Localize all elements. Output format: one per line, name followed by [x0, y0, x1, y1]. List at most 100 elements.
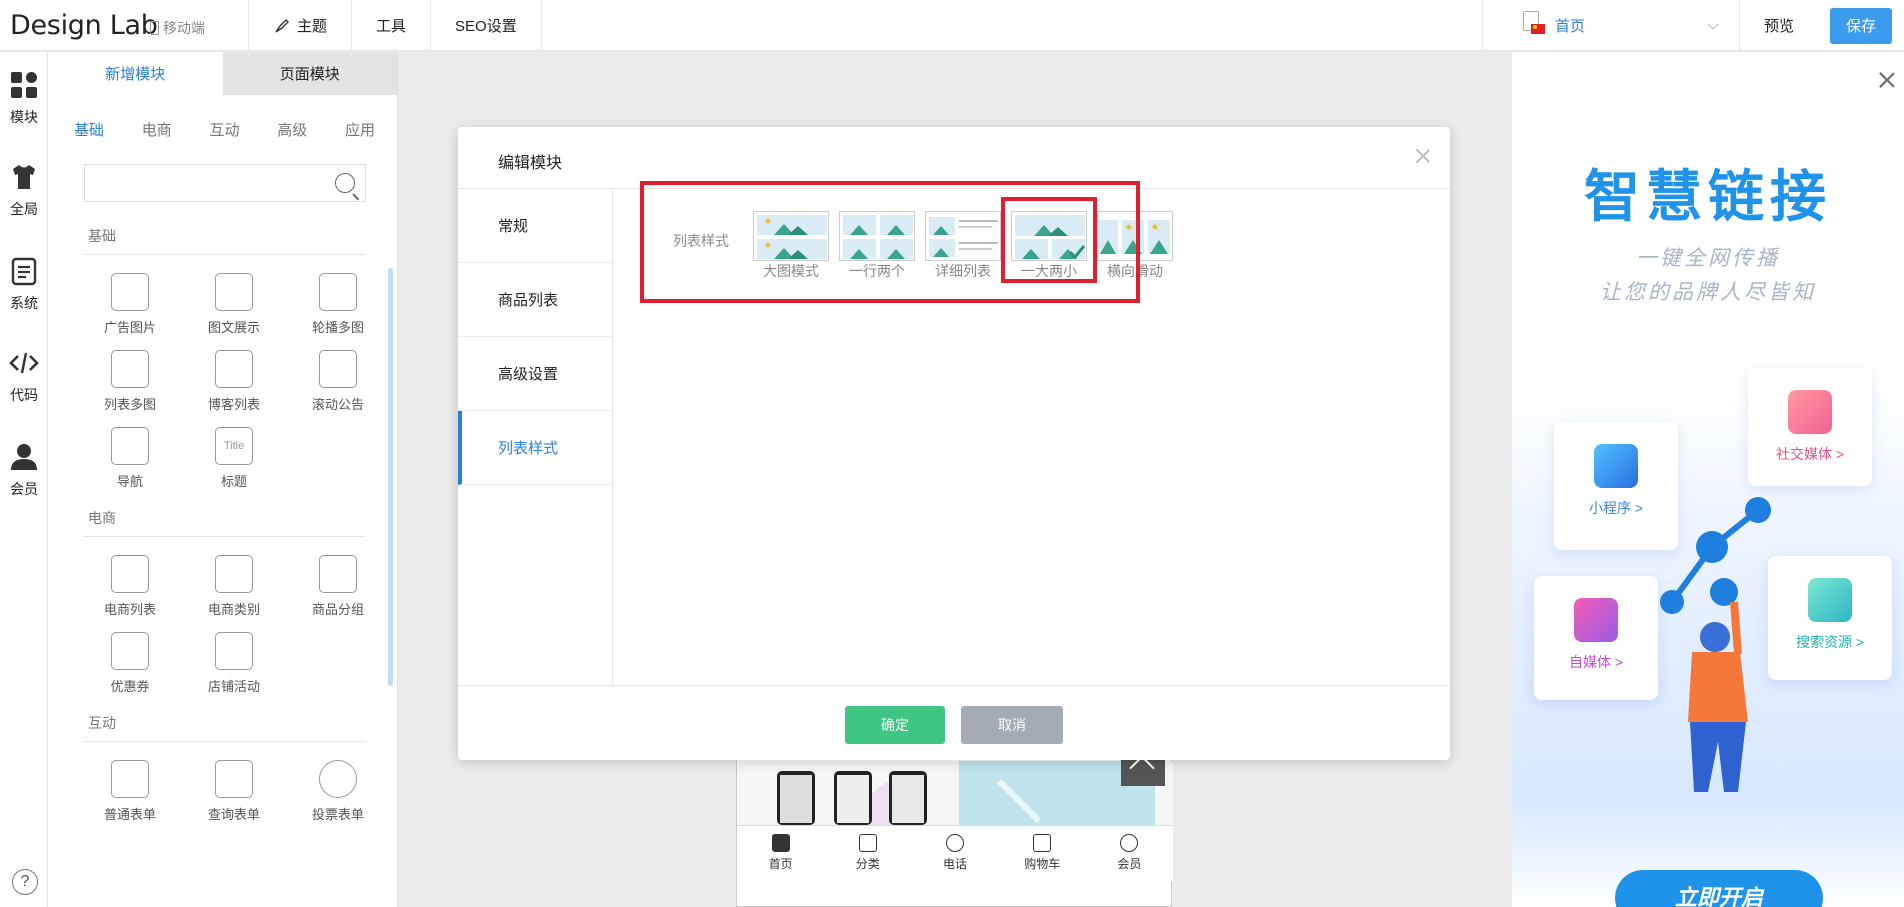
module-ad-image[interactable]: 广告图片 [78, 273, 182, 336]
module-navigation[interactable]: 导航 [78, 427, 182, 490]
dialog-nav-advanced[interactable]: 高级设置 [458, 337, 612, 411]
section-title-basic: 基础 [88, 228, 116, 244]
dialog-nav-general[interactable]: 常规 [458, 189, 612, 263]
navigation-icon [111, 427, 149, 465]
subtab-apps[interactable]: 应用 [345, 119, 375, 140]
preview-bottom-nav: 首页 分类 电话 购物车 会员 [737, 825, 1173, 881]
page-selector[interactable]: 首页 [1482, 0, 1740, 51]
nav-seo-label: SEO设置 [455, 18, 517, 35]
promo-subtitle-1: 一键全网传播 [1636, 247, 1780, 270]
module-marquee[interactable]: 滚动公告 [286, 350, 390, 413]
panel-scrollbar[interactable] [388, 268, 393, 686]
nav-theme[interactable]: 主题 [248, 0, 351, 51]
module-image-text[interactable]: 图文展示 [182, 273, 286, 336]
module-vote-form[interactable]: 投票表单 [286, 760, 390, 823]
search-cloud-icon [1808, 578, 1852, 622]
module-label: 广告图片 [103, 320, 156, 335]
bottom-nav-category[interactable]: 分类 [824, 826, 911, 881]
interaction-modules-grid: 普通表单 查询表单 投票表单 [78, 760, 397, 823]
help-icon[interactable]: ? [12, 869, 38, 895]
nav-seo[interactable]: SEO设置 [430, 0, 542, 51]
divider [84, 536, 366, 537]
module-product-list[interactable]: 电商列表 [78, 555, 182, 618]
bottom-nav-label: 首页 [768, 857, 793, 871]
tab-add-module[interactable]: 新增模块 [48, 52, 223, 95]
image-grid-icon [111, 350, 149, 388]
module-product-group[interactable]: 商品分组 [286, 555, 390, 618]
module-label: 滚动公告 [311, 397, 364, 412]
annotation-highlight-selected-option [1001, 197, 1097, 283]
subtab-interaction[interactable]: 互动 [209, 119, 239, 140]
rail-system-label: 系统 [10, 295, 38, 311]
card-search-resources[interactable]: 搜索资源 > [1768, 556, 1892, 680]
video-camera-icon [1574, 598, 1618, 642]
promo-close-icon[interactable] [1878, 70, 1896, 88]
cancel-button[interactable]: 取消 [961, 706, 1063, 744]
basic-modules-grid: 广告图片 图文展示 轮播多图 列表多图 博客列表 滚动公告 导航 Title 标题 [78, 273, 397, 490]
card-self-media[interactable]: 自媒体 > [1534, 576, 1658, 700]
module-label: 图文展示 [207, 320, 260, 335]
save-button[interactable]: 保存 [1830, 7, 1892, 44]
rail-modules[interactable]: 模块 [0, 70, 48, 127]
rail-system[interactable]: 系统 [0, 256, 48, 313]
app-logo: Design Lab [10, 10, 158, 41]
bottom-nav-home[interactable]: 首页 [737, 826, 824, 881]
rail-member[interactable]: 会员 [0, 442, 48, 499]
bottom-nav-cart[interactable]: 购物车 [999, 826, 1086, 881]
card-social-media[interactable]: 社交媒体 > [1748, 368, 1872, 486]
bottom-nav-phone[interactable]: 电话 [911, 826, 998, 881]
module-label: 标题 [220, 474, 247, 489]
announcement-icon [319, 350, 357, 388]
dialog-nav-product-list[interactable]: 商品列表 [458, 263, 612, 337]
nav-tools[interactable]: 工具 [351, 0, 430, 51]
module-label: 轮播多图 [311, 320, 364, 335]
close-icon[interactable] [1414, 147, 1432, 165]
module-carousel[interactable]: 轮播多图 [286, 273, 390, 336]
rail-global-label: 全局 [10, 201, 38, 217]
dialog-nav-list-style[interactable]: 列表样式 [458, 411, 612, 485]
rail-code[interactable]: 代码 [0, 348, 48, 405]
top-bar: Design Lab 移动端 主题 工具 SEO设置 首页 预览 保存 [0, 0, 1904, 51]
module-label: 优惠券 [110, 679, 150, 694]
module-query-form[interactable]: 查询表单 [182, 760, 286, 823]
bottom-nav-label: 分类 [855, 857, 880, 871]
module-image-list[interactable]: 列表多图 [78, 350, 182, 413]
module-label: 电商列表 [103, 602, 156, 617]
module-panel: 新增模块 页面模块 基础 电商 互动 高级 应用 基础 广告图片 图文展示 轮播… [48, 52, 398, 907]
device-switch[interactable]: 移动端 [150, 18, 205, 38]
module-product-category[interactable]: 电商类别 [182, 555, 286, 618]
search-icon[interactable] [335, 173, 355, 193]
dialog-header: 编辑模块 [458, 127, 1450, 189]
panel-tabs: 新增模块 页面模块 [48, 52, 397, 95]
promo-subtitle-2: 让您的品牌人尽皆知 [1600, 281, 1816, 304]
dialog-footer: 确定 取消 [458, 685, 1450, 760]
start-now-button[interactable]: 立即开启 [1615, 870, 1823, 907]
dialog-nav: 常规 商品列表 高级设置 列表样式 [458, 189, 613, 685]
tab-page-module[interactable]: 页面模块 [222, 52, 397, 95]
module-search-input[interactable] [84, 164, 366, 202]
module-label: 商品分组 [311, 602, 364, 617]
query-form-icon [215, 760, 253, 798]
category-icon [858, 834, 877, 852]
code-icon [9, 352, 39, 374]
preview-button[interactable]: 预览 [1740, 15, 1818, 36]
confirm-button[interactable]: 确定 [845, 706, 945, 744]
bottom-nav-member[interactable]: 会员 [1086, 826, 1173, 881]
top-nav: 主题 工具 SEO设置 [248, 0, 542, 51]
card-mini-program[interactable]: 小程序 > [1554, 422, 1678, 550]
form-icon [111, 760, 149, 798]
module-blog-list[interactable]: 博客列表 [182, 350, 286, 413]
module-coupon[interactable]: 优惠券 [78, 632, 182, 695]
subtab-basic[interactable]: 基础 [74, 119, 104, 140]
module-form[interactable]: 普通表单 [78, 760, 182, 823]
subtab-advanced[interactable]: 高级 [277, 119, 307, 140]
rail-global[interactable]: 全局 [0, 162, 48, 219]
module-store-activity[interactable]: 店铺活动 [182, 632, 286, 695]
card-label: 社交媒体 > [1775, 446, 1845, 462]
subtab-ecommerce[interactable]: 电商 [142, 119, 172, 140]
cube-icon [1594, 444, 1638, 488]
image-icon [111, 273, 149, 311]
module-title[interactable]: Title 标题 [182, 427, 286, 490]
category-tabs: 基础 电商 互动 高级 应用 [48, 119, 397, 140]
list-icon [215, 350, 253, 388]
